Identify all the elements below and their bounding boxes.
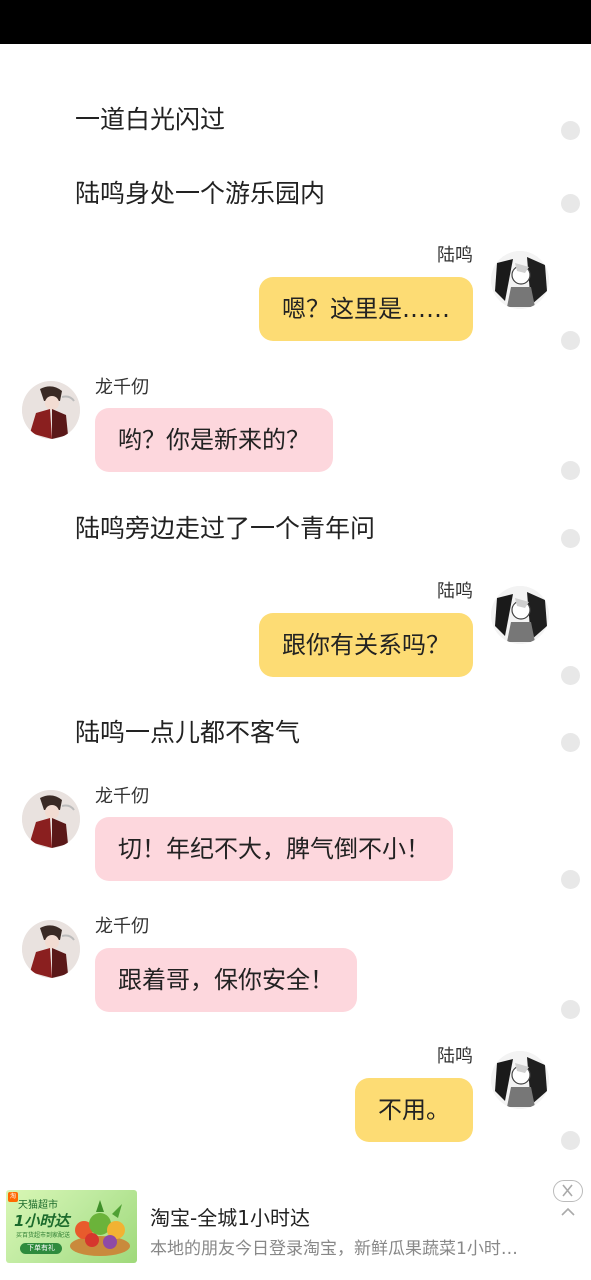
avatar[interactable]: [491, 586, 549, 644]
narration-text: 陆鸣一点儿都不客气: [75, 718, 301, 747]
message-bubble[interactable]: 切！年纪不大，脾气倒不小！: [95, 817, 453, 881]
avatar[interactable]: [491, 251, 549, 309]
message-status-dot[interactable]: [561, 1131, 580, 1150]
avatar[interactable]: [22, 790, 80, 848]
chevron-up-icon: [561, 1207, 575, 1216]
message-status-dot[interactable]: [561, 1000, 580, 1019]
message-status-dot[interactable]: [561, 733, 580, 752]
ad-description[interactable]: 本地的朋友今日登录淘宝，新鲜瓜果蔬菜1小时…: [150, 1234, 540, 1259]
avatar-long-qianren-icon: [22, 790, 80, 848]
avatar-long-qianren-icon: [22, 381, 80, 439]
message-bubble[interactable]: 跟你有关系吗？: [259, 613, 473, 677]
close-icon: [562, 1184, 573, 1197]
sender-name: 龙千仞: [95, 377, 149, 398]
sender-name: 龙千仞: [95, 916, 149, 937]
avatar-lu-ming-icon: [491, 1051, 549, 1109]
ad-thumb-subtitle: 买百货超市到家配送: [16, 1232, 71, 1239]
ad-close-button[interactable]: [553, 1180, 583, 1202]
ad-badge: 淘: [8, 1192, 18, 1202]
vegetable-basket-icon: [70, 1200, 130, 1256]
sender-name: 陆鸣: [437, 1046, 473, 1067]
message-bubble[interactable]: 哟？你是新来的？: [95, 408, 333, 472]
sender-name: 陆鸣: [437, 581, 473, 602]
ad-thumb-title: 天猫超市: [18, 1200, 58, 1211]
sender-name: 龙千仞: [95, 786, 149, 807]
avatar-lu-ming-icon: [491, 251, 549, 309]
avatar-lu-ming-icon: [491, 586, 549, 644]
message-bubble[interactable]: 嗯？这里是……: [259, 277, 473, 341]
ad-banner[interactable]: 淘 天猫超市 1小时达 买百货超市到家配送 下单有礼 淘宝-全城1小时达 本地的…: [0, 1180, 591, 1280]
ad-thumbnail[interactable]: 淘 天猫超市 1小时达 买百货超市到家配送 下单有礼: [6, 1190, 137, 1263]
avatar-long-qianren-icon: [22, 920, 80, 978]
message-status-dot[interactable]: [561, 194, 580, 213]
sender-name: 陆鸣: [437, 245, 473, 266]
message-status-dot[interactable]: [561, 331, 580, 350]
status-bar: [0, 0, 591, 44]
ad-collapse-button[interactable]: [560, 1202, 576, 1221]
message-status-dot[interactable]: [561, 529, 580, 548]
ad-thumb-headline: 1小时达: [14, 1212, 70, 1230]
narration-text: 陆鸣身处一个游乐园内: [75, 179, 326, 208]
message-status-dot[interactable]: [561, 666, 580, 685]
message-status-dot[interactable]: [561, 121, 580, 140]
avatar[interactable]: [491, 1051, 549, 1109]
ad-title[interactable]: 淘宝-全城1小时达: [150, 1202, 310, 1231]
avatar[interactable]: [22, 920, 80, 978]
narration-text: 陆鸣旁边走过了一个青年问: [75, 514, 376, 543]
message-bubble[interactable]: 跟着哥，保你安全！: [95, 948, 357, 1012]
narration-text: 一道白光闪过: [75, 105, 226, 134]
ad-thumb-button[interactable]: 下单有礼: [20, 1243, 62, 1254]
message-bubble[interactable]: 不用。: [355, 1078, 473, 1142]
message-status-dot[interactable]: [561, 461, 580, 480]
message-status-dot[interactable]: [561, 870, 580, 889]
avatar[interactable]: [22, 381, 80, 439]
